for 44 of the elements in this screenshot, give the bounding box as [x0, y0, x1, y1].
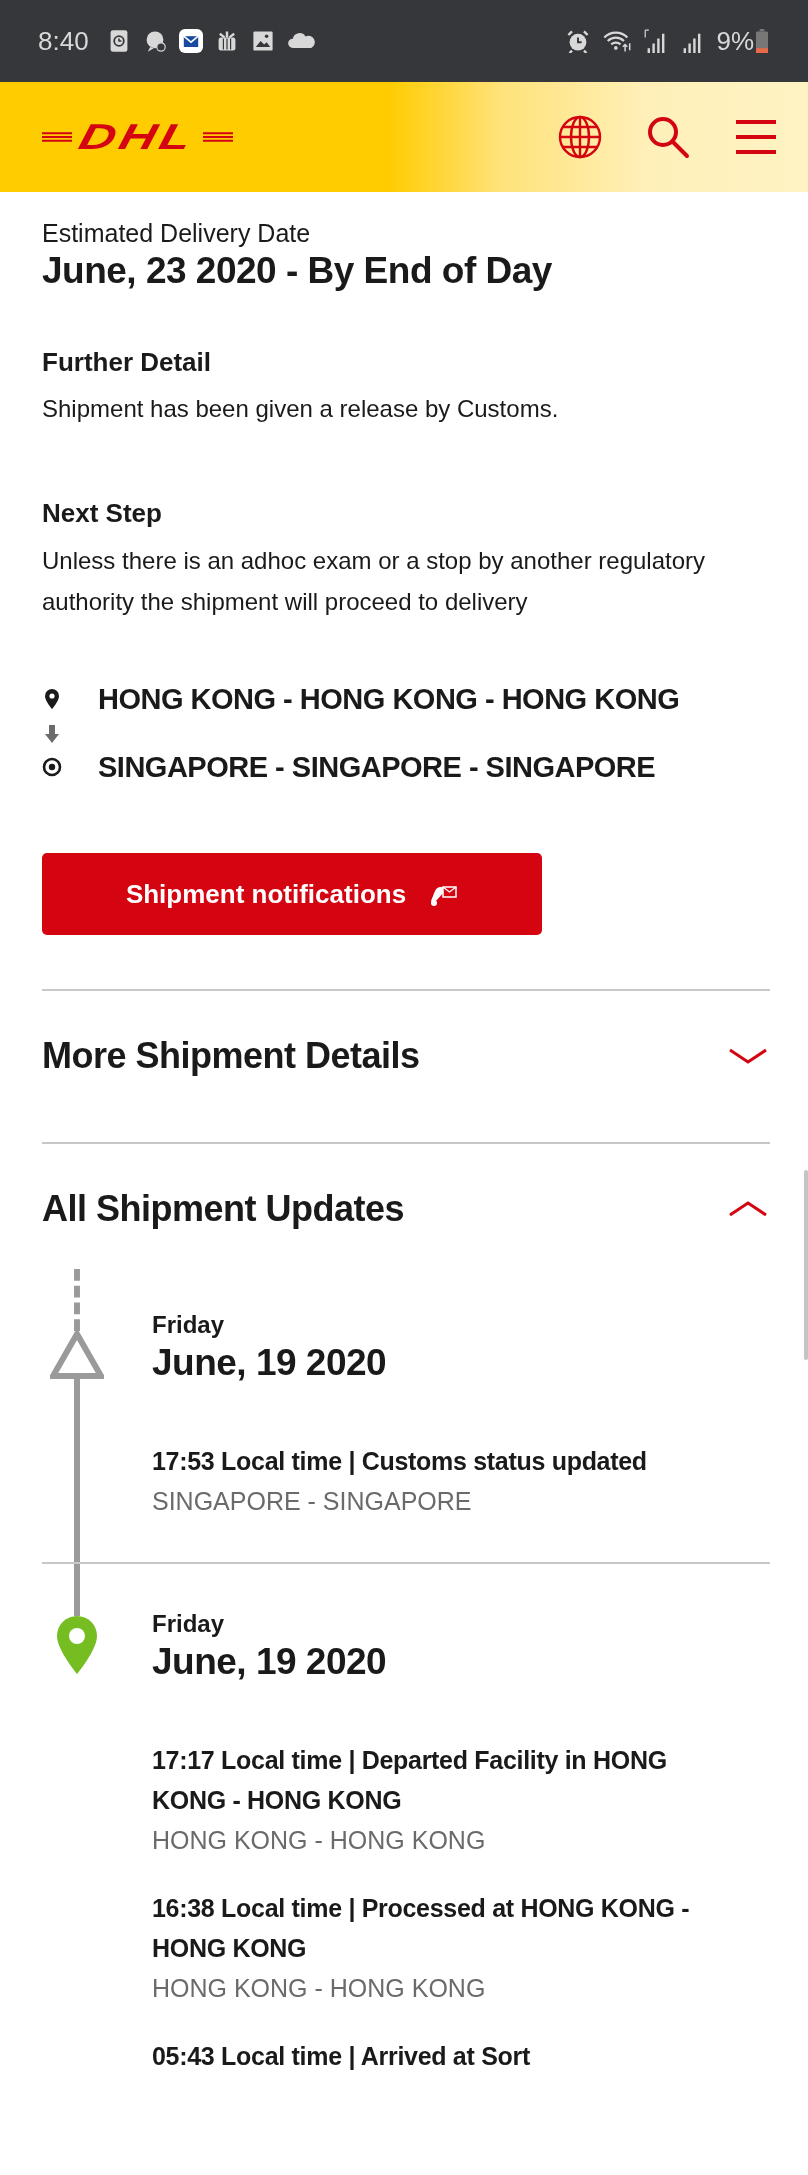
- chevron-down-icon: [728, 1048, 768, 1064]
- detail-text: Shipment has been given a release by Customs.: [42, 394, 560, 424]
- accordion-header[interactable]: All Shipment Updates: [42, 1144, 770, 1229]
- image-icon: [250, 29, 275, 53]
- destination-location: SINGAPORE - SINGAPORE - SINGAPORE: [98, 750, 657, 785]
- status-time: 8:40: [38, 25, 89, 57]
- update-date: June, 19 2020: [152, 1341, 388, 1385]
- scrollbar[interactable]: [804, 1170, 808, 1360]
- dashed-line: [73, 1269, 81, 1332]
- battery-percent: 9%: [716, 25, 754, 57]
- chevron-up-icon: [728, 1201, 768, 1217]
- estimated-date-label: Estimated Delivery Date: [42, 218, 312, 248]
- wifi-icon: [602, 29, 633, 53]
- event-description: 16:38 Local time | Processed at HONG KONG - HONG KONG: [152, 1893, 691, 1964]
- accordion-header[interactable]: More Shipment Details: [42, 991, 770, 1076]
- dhl-logo[interactable]: DHL: [75, 119, 200, 155]
- speed-lines-icon: [40, 131, 74, 143]
- update-day: Friday: [152, 1311, 770, 1339]
- battery-icon: [756, 29, 768, 53]
- alarm-icon: [566, 29, 591, 53]
- event-location: SINGAPORE - SINGAPORE: [152, 1486, 473, 1517]
- estimated-date: June, 23 2020 - By End of Day: [42, 249, 553, 293]
- speed-lines-icon: [200, 131, 235, 143]
- shipment-notifications-button[interactable]: Shipment notifications: [42, 853, 542, 935]
- location-pin-icon: [45, 689, 59, 709]
- event-location: HONG KONG - HONG KONG: [152, 1973, 487, 2004]
- update-date: June, 19 2020: [152, 1640, 388, 1684]
- section-heading: Next Step: [42, 497, 163, 529]
- accordion-title: All Shipment Updates: [42, 1189, 405, 1229]
- event-description: 05:43 Local time | Arrived at Sort: [152, 2041, 531, 2072]
- globe-icon[interactable]: [558, 115, 602, 159]
- location-pin-icon: [57, 1616, 97, 1674]
- event-description: 17:53 Local time | Customs status updated: [152, 1446, 648, 1477]
- accordion-title: More Shipment Details: [42, 1036, 420, 1076]
- next-step-text: Unless there is an adhoc exam or a stop by another regulatory authority the shipment will proceed to delivery: [42, 546, 707, 617]
- mail-icon: [178, 29, 203, 53]
- update-day: Friday: [152, 1610, 770, 1638]
- event-description: 17:17 Local time | Departed Facility in HONG KONG - HONG KONG: [152, 1745, 668, 1816]
- arrow-down-icon: [45, 725, 59, 743]
- section-heading: Further Detail: [42, 346, 213, 378]
- search-icon[interactable]: [646, 115, 690, 159]
- origin-location: HONG KONG - HONG KONG - HONG KONG: [98, 682, 681, 717]
- target-icon: [42, 757, 62, 777]
- event-location: HONG KONG - HONG KONG: [152, 1825, 487, 1856]
